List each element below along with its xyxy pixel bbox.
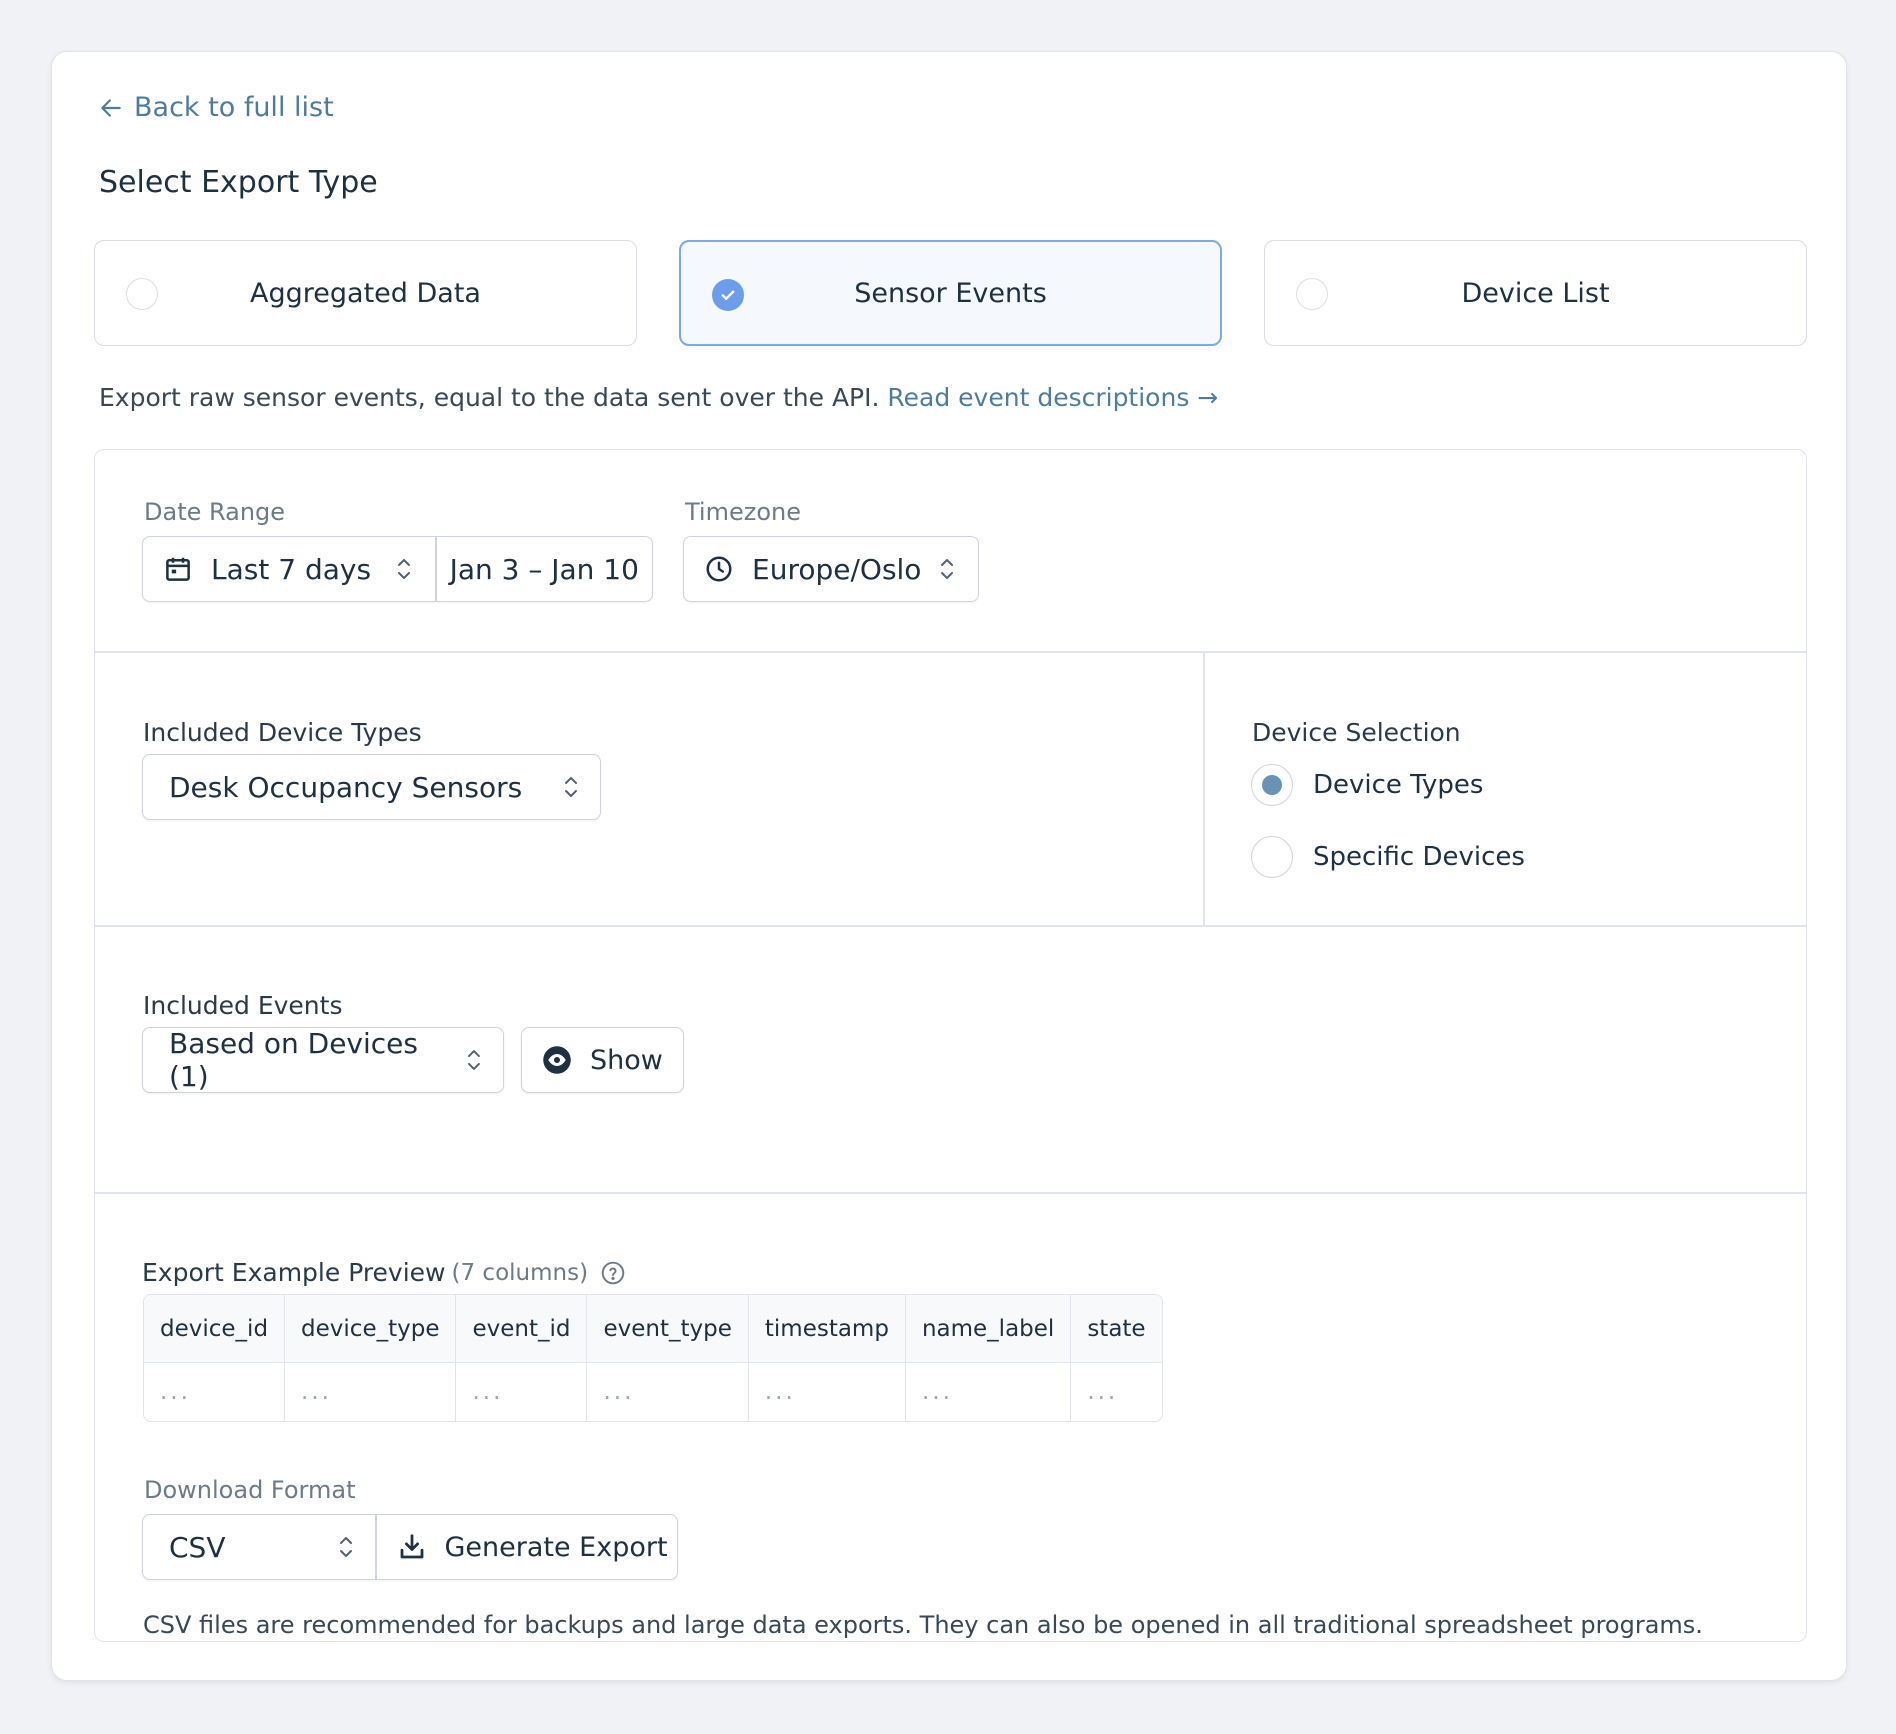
download-icon	[400, 1534, 423, 1559]
radio-label: Device Types	[1313, 770, 1484, 800]
export-type-options: Aggregated Data Sensor Events Device Lis…	[94, 240, 1807, 346]
chevron-up-down-icon	[340, 1537, 352, 1557]
export-type-device-list[interactable]: Device List	[1264, 240, 1807, 346]
export-type-radio[interactable]	[126, 278, 158, 310]
eye-icon	[543, 1046, 571, 1074]
clock-icon	[706, 556, 732, 582]
export-type-title: Select Export Type	[99, 165, 378, 200]
date-range-control[interactable]: Last 7 days Jan 3 – Jan 10	[142, 536, 653, 602]
download-controls: CSV Generate Export	[142, 1514, 678, 1580]
column-header: event_type	[587, 1295, 749, 1363]
radio-button-checked[interactable]	[1251, 764, 1293, 806]
export-card: Back to full list Select Export Type Agg…	[51, 51, 1847, 1681]
preview-column-count: (7 columns)	[451, 1259, 589, 1286]
date-range-value[interactable]: Jan 3 – Jan 10	[437, 537, 653, 601]
column-header: name_label	[905, 1295, 1072, 1363]
table-row: ... ... ... ... ... ... ...	[144, 1363, 1162, 1421]
chevron-up-down-icon	[565, 777, 577, 797]
timezone-value: Europe/Oslo	[752, 552, 922, 586]
column-header: device_id	[144, 1295, 286, 1363]
help-icon[interactable]	[600, 1260, 626, 1286]
column-header: timestamp	[748, 1295, 906, 1363]
included-events-value: Based on Devices (1)	[169, 1027, 418, 1093]
timezone-label: Timezone	[685, 498, 801, 526]
chevron-up-down-icon	[941, 559, 953, 579]
section-divider	[95, 925, 1806, 927]
calendar-icon	[166, 557, 190, 581]
chevron-up-down-icon	[468, 1050, 481, 1070]
table-cell: ...	[456, 1363, 588, 1421]
download-format-label: Download Format	[144, 1476, 356, 1504]
export-type-radio[interactable]	[1296, 278, 1328, 310]
table-cell: ...	[587, 1363, 749, 1421]
column-divider	[1203, 651, 1205, 925]
device-types-value: Desk Occupancy Sensors	[169, 770, 523, 804]
table-cell: ...	[1087, 1379, 1119, 1405]
included-events-label: Included Events	[143, 991, 343, 1020]
radio-dot	[1262, 775, 1282, 795]
table-cell: ...	[144, 1363, 286, 1421]
device-types-label: Included Device Types	[143, 718, 422, 747]
radio-label: Specific Devices	[1313, 842, 1525, 872]
export-type-label: Aggregated Data	[250, 277, 481, 309]
arrow-left-icon	[101, 98, 121, 117]
download-format-note: CSV files are recommended for backups an…	[143, 1611, 1703, 1639]
format-select[interactable]: CSV	[143, 1515, 375, 1579]
date-range-label: Date Range	[144, 498, 286, 526]
generate-export-button[interactable]: Generate Export	[377, 1515, 678, 1579]
format-value: CSV	[169, 1530, 226, 1564]
table-cell: ...	[749, 1363, 906, 1421]
included-events-select[interactable]: Based on Devices (1)	[142, 1027, 504, 1093]
generate-export-label: Generate Export	[444, 1531, 668, 1563]
export-type-label: Sensor Events	[854, 277, 1047, 309]
device-selection-label: Device Selection	[1252, 718, 1461, 747]
table-header-row: device_id device_type event_id event_typ…	[144, 1295, 1162, 1363]
check-icon	[721, 290, 735, 300]
show-label: Show	[590, 1044, 663, 1076]
export-preview-table: device_id device_type event_id event_typ…	[143, 1294, 1163, 1422]
chevron-up-down-icon	[398, 559, 410, 579]
back-link-label: Back to full list	[134, 92, 334, 123]
export-type-sensor-events[interactable]: Sensor Events	[679, 240, 1222, 346]
section-divider	[95, 1192, 1806, 1194]
table-cell: ...	[906, 1363, 1072, 1421]
description-text: Export raw sensor events, equal to the d…	[99, 383, 880, 412]
section-divider	[95, 651, 1806, 653]
column-header: state	[1071, 1295, 1162, 1363]
column-header: event_id	[456, 1295, 588, 1363]
export-type-radio-checked[interactable]	[712, 279, 744, 311]
device-selection-device-types[interactable]: Device Types	[1251, 764, 1483, 806]
device-types-select[interactable]: Desk Occupancy Sensors	[142, 754, 601, 820]
event-descriptions-link[interactable]: Read event descriptions →	[887, 383, 1218, 412]
radio-button[interactable]	[1251, 836, 1293, 878]
timezone-select[interactable]: Europe/Oslo	[683, 536, 979, 602]
date-preset-value: Last 7 days	[211, 552, 372, 586]
export-type-description: Export raw sensor events, equal to the d…	[99, 383, 1218, 412]
column-header: device_type	[285, 1295, 457, 1363]
back-to-list-link[interactable]: Back to full list	[98, 92, 334, 123]
preview-title-text: Export Example Preview	[142, 1258, 446, 1287]
date-preset-select[interactable]: Last 7 days	[143, 537, 435, 601]
show-events-button[interactable]: Show	[521, 1027, 684, 1093]
export-type-label: Device List	[1461, 277, 1610, 309]
device-selection-specific-devices[interactable]: Specific Devices	[1251, 836, 1525, 878]
table-cell: ...	[285, 1363, 457, 1421]
export-options-panel: Date Range Last 7 days Jan 3 – Jan 10 Ti…	[94, 449, 1807, 1642]
preview-title: Export Example Preview (7 columns)	[142, 1258, 626, 1287]
export-type-aggregated-data[interactable]: Aggregated Data	[94, 240, 637, 346]
